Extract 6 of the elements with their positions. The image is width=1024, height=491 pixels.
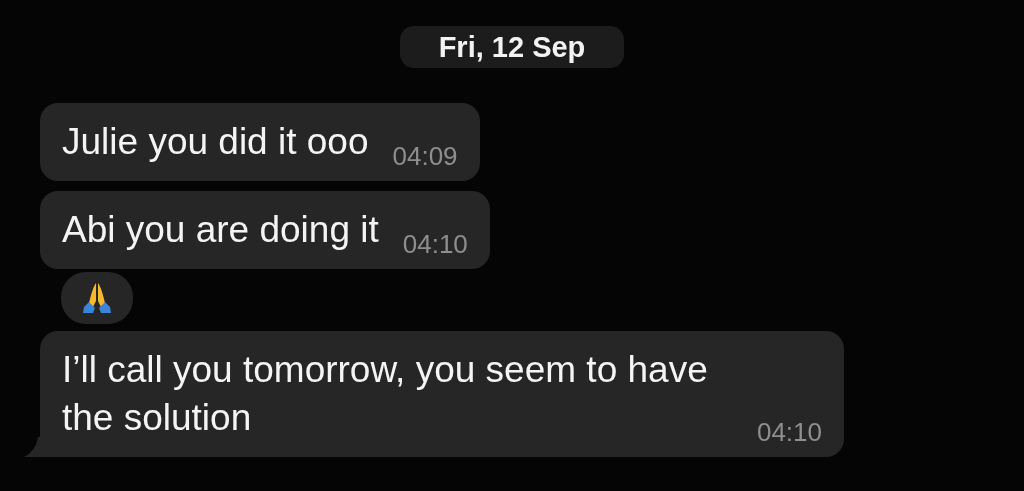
message-bubble[interactable]: Abi you are doing it 04:10 bbox=[40, 191, 490, 269]
message-bubble[interactable]: Julie you did it ooo 04:09 bbox=[40, 103, 480, 181]
message-bubble[interactable]: I’ll call you tomorrow, you seem to have the solution 04:10 bbox=[40, 331, 844, 457]
folded-hands-icon bbox=[80, 281, 114, 315]
bubble-tail bbox=[24, 437, 44, 457]
date-divider: Fri, 12 Sep bbox=[399, 26, 625, 68]
